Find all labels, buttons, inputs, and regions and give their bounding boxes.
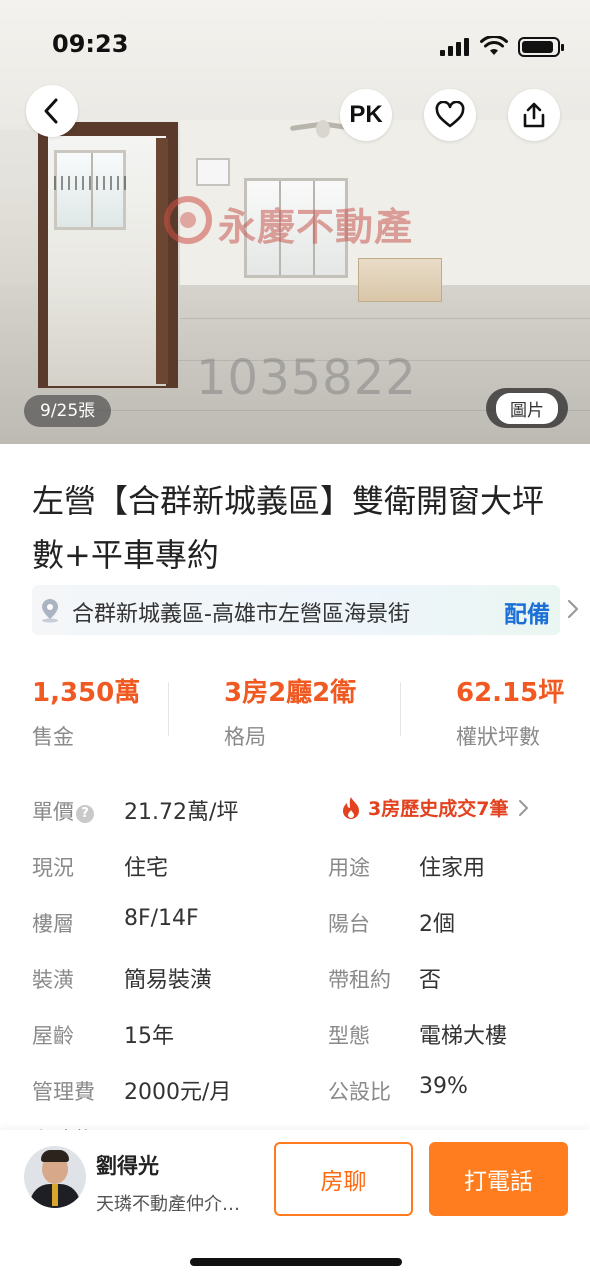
agent-avatar[interactable] bbox=[24, 1146, 86, 1208]
detail-value: 否 bbox=[419, 968, 442, 993]
call-button[interactable]: 打電話 bbox=[429, 1142, 568, 1216]
status-time: 09:23 bbox=[52, 30, 129, 58]
photo-ceiling bbox=[0, 0, 590, 130]
detail-label: 單價? bbox=[32, 796, 94, 826]
wifi-icon bbox=[480, 36, 508, 55]
home-indicator bbox=[190, 1258, 402, 1266]
chevron-left-icon bbox=[44, 98, 58, 124]
detail-value: 住宅 bbox=[124, 856, 169, 881]
stat-divider bbox=[168, 682, 169, 736]
detail-label: 帶租約 bbox=[328, 968, 391, 992]
favorite-button[interactable] bbox=[424, 89, 476, 141]
equipment-link[interactable]: 配備 bbox=[504, 595, 550, 629]
battery-icon bbox=[518, 37, 564, 57]
share-button[interactable] bbox=[508, 89, 560, 141]
history-link-text: 3房歷史成交7筆 bbox=[368, 798, 509, 820]
detail-value: 住家用 bbox=[419, 856, 486, 881]
detail-label: 現況 bbox=[32, 856, 74, 880]
watermark-id: 1035822 bbox=[196, 350, 417, 406]
detail-label: 樓層 bbox=[32, 912, 74, 936]
detail-label: 用途 bbox=[328, 856, 370, 880]
listing-title: 左營【合群新城義區】雙衛開窗大坪數+平車專約 bbox=[32, 482, 545, 574]
gallery-label: 圖片 bbox=[496, 392, 558, 424]
detail-value: 39% bbox=[419, 1074, 468, 1099]
detail-value: 2個 bbox=[419, 912, 455, 937]
unit-price-label: 單價 bbox=[32, 800, 74, 824]
detail-row: 管理費 2000元/月 公設比 39% bbox=[32, 1074, 562, 1114]
help-icon[interactable]: ? bbox=[76, 805, 94, 823]
share-icon bbox=[523, 102, 545, 128]
watermark-brand: 永慶不動產 bbox=[218, 205, 414, 249]
gallery-button[interactable]: 圖片 bbox=[486, 388, 568, 428]
heart-icon bbox=[435, 101, 465, 128]
detail-label: 公設比 bbox=[328, 1080, 391, 1104]
stat-value: 1,350萬 bbox=[32, 678, 141, 708]
address-bar[interactable]: 合群新城義區-高雄市左營區海景街 配備 bbox=[32, 585, 579, 635]
pk-compare-button[interactable]: PK bbox=[340, 89, 392, 141]
photo-window bbox=[54, 150, 126, 230]
detail-label: 陽台 bbox=[328, 912, 370, 936]
stat-label: 格局 bbox=[224, 725, 266, 749]
location-pin-icon bbox=[42, 599, 58, 623]
stat-label: 售金 bbox=[32, 725, 74, 749]
stat-label: 權狀坪數 bbox=[456, 725, 540, 749]
photo-door-leaf bbox=[156, 138, 168, 384]
address-text: 合群新城義區-高雄市左營區海景街 bbox=[72, 602, 410, 627]
detail-label: 裝潢 bbox=[32, 968, 74, 992]
detail-value: 2000元/月 bbox=[124, 1080, 232, 1105]
detail-value: 簡易裝潢 bbox=[124, 968, 213, 993]
agent-name[interactable]: 劉得光 bbox=[96, 1150, 159, 1180]
chevron-right-icon bbox=[519, 799, 529, 816]
agent-company: 天璘不動產仲介… bbox=[96, 1194, 240, 1215]
back-button[interactable] bbox=[26, 85, 78, 137]
stat-value: 3房2廳2衛 bbox=[224, 678, 357, 708]
detail-label: 型態 bbox=[328, 1024, 370, 1048]
stat-value: 62.15坪 bbox=[456, 678, 565, 708]
watermark-logo-icon bbox=[164, 196, 212, 244]
detail-label: 管理費 bbox=[32, 1080, 95, 1104]
photo-railing bbox=[54, 176, 126, 190]
detail-value: 15年 bbox=[124, 1024, 174, 1049]
stat-layout: 3房2廳2衛 格局 bbox=[224, 672, 356, 751]
detail-row: 屋齡 15年 型態 電梯大樓 bbox=[32, 1018, 562, 1058]
history-transactions-link[interactable]: 3房歷史成交7筆 bbox=[340, 794, 530, 821]
detail-row: 現況 住宅 用途 住家用 bbox=[32, 850, 562, 890]
listing-photo[interactable]: 永慶不動產 1035822 bbox=[0, 0, 590, 444]
detail-row: 樓層 8F/14F 陽台 2個 bbox=[32, 906, 562, 946]
stat-price: 1,350萬 售金 bbox=[32, 672, 140, 751]
detail-row-unit-price: 單價? 21.72萬/坪 3房歷史成交7筆 bbox=[32, 794, 562, 834]
photo-floor-line bbox=[180, 318, 590, 319]
cellular-signal-icon bbox=[440, 38, 470, 56]
chat-button[interactable]: 房聊 bbox=[274, 1142, 413, 1216]
chevron-right-icon bbox=[567, 599, 579, 619]
photo-tv-cabinet bbox=[358, 258, 442, 302]
photo-small-window bbox=[196, 158, 230, 186]
stat-area: 62.15坪 權狀坪數 bbox=[456, 672, 564, 751]
photo-counter: 9/25張 bbox=[24, 395, 112, 427]
fire-icon bbox=[343, 796, 359, 819]
detail-label: 屋齡 bbox=[32, 1024, 74, 1048]
pk-label: PK bbox=[349, 101, 383, 128]
unit-price-value: 21.72萬/坪 bbox=[124, 800, 239, 825]
stat-divider bbox=[400, 682, 401, 736]
detail-row: 裝潢 簡易裝潢 帶租約 否 bbox=[32, 962, 562, 1002]
detail-value: 8F/14F bbox=[124, 906, 199, 931]
detail-value: 電梯大樓 bbox=[419, 1024, 508, 1049]
